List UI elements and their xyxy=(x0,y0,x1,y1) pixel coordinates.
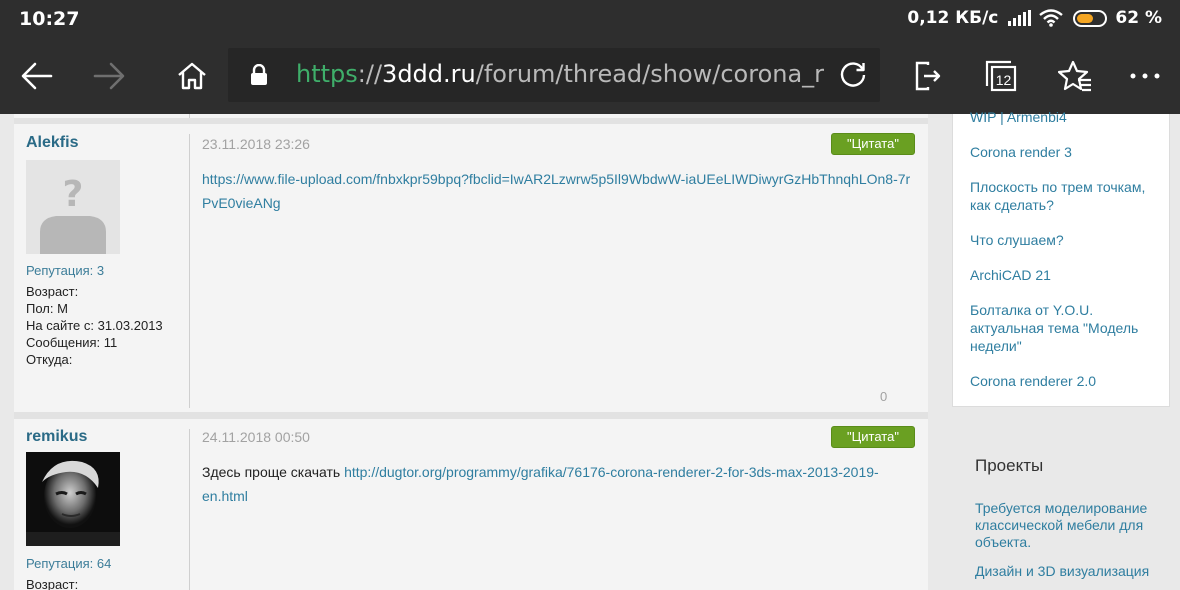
forum-thread: Alekfis ? Репутация: 3 Возраст: Пол: М Н… xyxy=(14,114,928,590)
quote-button[interactable]: "Цитата" xyxy=(831,133,915,155)
user-age: Возраст: xyxy=(26,577,79,590)
signal-icon xyxy=(1008,10,1032,26)
url-host: 3ddd.ru xyxy=(382,60,476,88)
sidebar-thread-link[interactable]: ArchiCAD 21 xyxy=(970,266,1166,284)
reputation[interactable]: Репутация: 64 xyxy=(26,556,111,571)
post-body: https://www.file-upload.com/fnbxkpr59bpq… xyxy=(202,167,914,215)
battery-icon xyxy=(1073,9,1108,27)
url-separator: :// xyxy=(357,60,383,88)
recent-threads-box: WIP | Armenbi4 Corona render 3 Плоскость… xyxy=(952,109,1170,407)
user-gender: Пол: М xyxy=(26,301,68,316)
sidebar-thread-link[interactable]: Corona render 3 xyxy=(970,143,1166,161)
back-button[interactable] xyxy=(14,38,60,114)
user-from: Откуда: xyxy=(26,352,73,367)
url-scheme: https xyxy=(296,60,358,88)
status-time: 10:27 xyxy=(19,8,80,30)
post-date: 24.11.2018 00:50 xyxy=(202,429,310,445)
user-messages: Сообщения: 11 xyxy=(26,335,118,350)
post-body: Здесь проще скачать http://dugtor.org/pr… xyxy=(202,460,914,508)
url-path: /forum/thread/show/corona_renderer_ xyxy=(475,60,824,88)
forward-icon xyxy=(93,62,125,90)
forward-button[interactable] xyxy=(86,38,132,114)
sidebar-thread-link[interactable]: Болталка от Y.O.U. актуальная тема "Моде… xyxy=(970,301,1166,355)
avatar[interactable]: ? xyxy=(26,160,120,254)
projects-title: Проекты xyxy=(975,456,1044,475)
home-button[interactable] xyxy=(170,38,214,114)
project-link[interactable]: Требуется моделирование классической меб… xyxy=(975,500,1171,551)
post-date: 23.11.2018 23:26 xyxy=(202,136,310,152)
home-icon xyxy=(178,62,206,90)
tab-count: 12 xyxy=(996,72,1012,88)
sidebar-thread-link[interactable]: WIP | Armenbi4 xyxy=(970,108,1166,126)
browser-toolbar: https://3ddd.ru/forum/thread/show/corona… xyxy=(0,38,1180,114)
more-icon xyxy=(1130,73,1160,79)
like-count[interactable]: 0 xyxy=(880,389,887,404)
user-age: Возраст: xyxy=(26,284,79,299)
url-text[interactable]: https://3ddd.ru/forum/thread/show/corona… xyxy=(296,60,824,88)
exit-button[interactable] xyxy=(906,38,950,114)
wifi-icon xyxy=(1039,9,1064,27)
quote-button[interactable]: "Цитата" xyxy=(831,426,915,448)
post-text: Здесь проще скачать xyxy=(202,464,345,480)
default-avatar-icon: ? xyxy=(26,160,120,254)
post-link[interactable]: https://www.file-upload.com/fnbxkpr59bpq… xyxy=(202,171,910,211)
reputation[interactable]: Репутация: 3 xyxy=(26,263,104,278)
user-since: На сайте с: 31.03.2013 xyxy=(26,318,163,333)
battery-percent: 62 % xyxy=(1115,8,1162,28)
post-username[interactable]: Alekfis xyxy=(26,134,78,152)
column-divider xyxy=(189,134,190,408)
post-separator xyxy=(14,412,928,419)
bookmark-star-icon xyxy=(1058,60,1091,92)
lock-icon xyxy=(251,64,267,85)
exit-icon xyxy=(915,61,941,91)
bookmarks-button[interactable] xyxy=(1052,38,1098,114)
svg-text:?: ? xyxy=(63,174,84,215)
avatar[interactable] xyxy=(26,452,120,546)
column-divider xyxy=(189,429,190,590)
address-bar[interactable]: https://3ddd.ru/forum/thread/show/corona… xyxy=(228,48,880,102)
reload-icon[interactable] xyxy=(838,60,868,90)
post-username[interactable]: remikus xyxy=(26,428,87,446)
status-indicators: 0,12 КБ/с 62 % xyxy=(907,8,1162,28)
tabs-button[interactable]: 12 xyxy=(978,38,1024,114)
forum-post: remikus Репутация: 64 Возраст: 24.11.201… xyxy=(14,419,928,590)
sidebar-thread-link[interactable]: Плоскость по трем точкам, как сделать? xyxy=(970,178,1166,214)
more-menu-button[interactable] xyxy=(1122,38,1168,114)
project-link[interactable]: Дизайн и 3D визуализация xyxy=(975,563,1171,580)
sidebar-thread-link[interactable]: Corona renderer 2.0 xyxy=(970,372,1166,390)
network-speed: 0,12 КБ/с xyxy=(907,8,999,28)
back-icon xyxy=(21,62,53,90)
status-bar: 10:27 0,12 КБ/с 62 % xyxy=(0,0,1180,38)
tabs-icon: 12 xyxy=(985,60,1017,92)
user-photo xyxy=(26,452,120,546)
forum-post: Alekfis ? Репутация: 3 Возраст: Пол: М Н… xyxy=(14,124,928,412)
sidebar-thread-link[interactable]: Что слушаем? xyxy=(970,231,1166,249)
